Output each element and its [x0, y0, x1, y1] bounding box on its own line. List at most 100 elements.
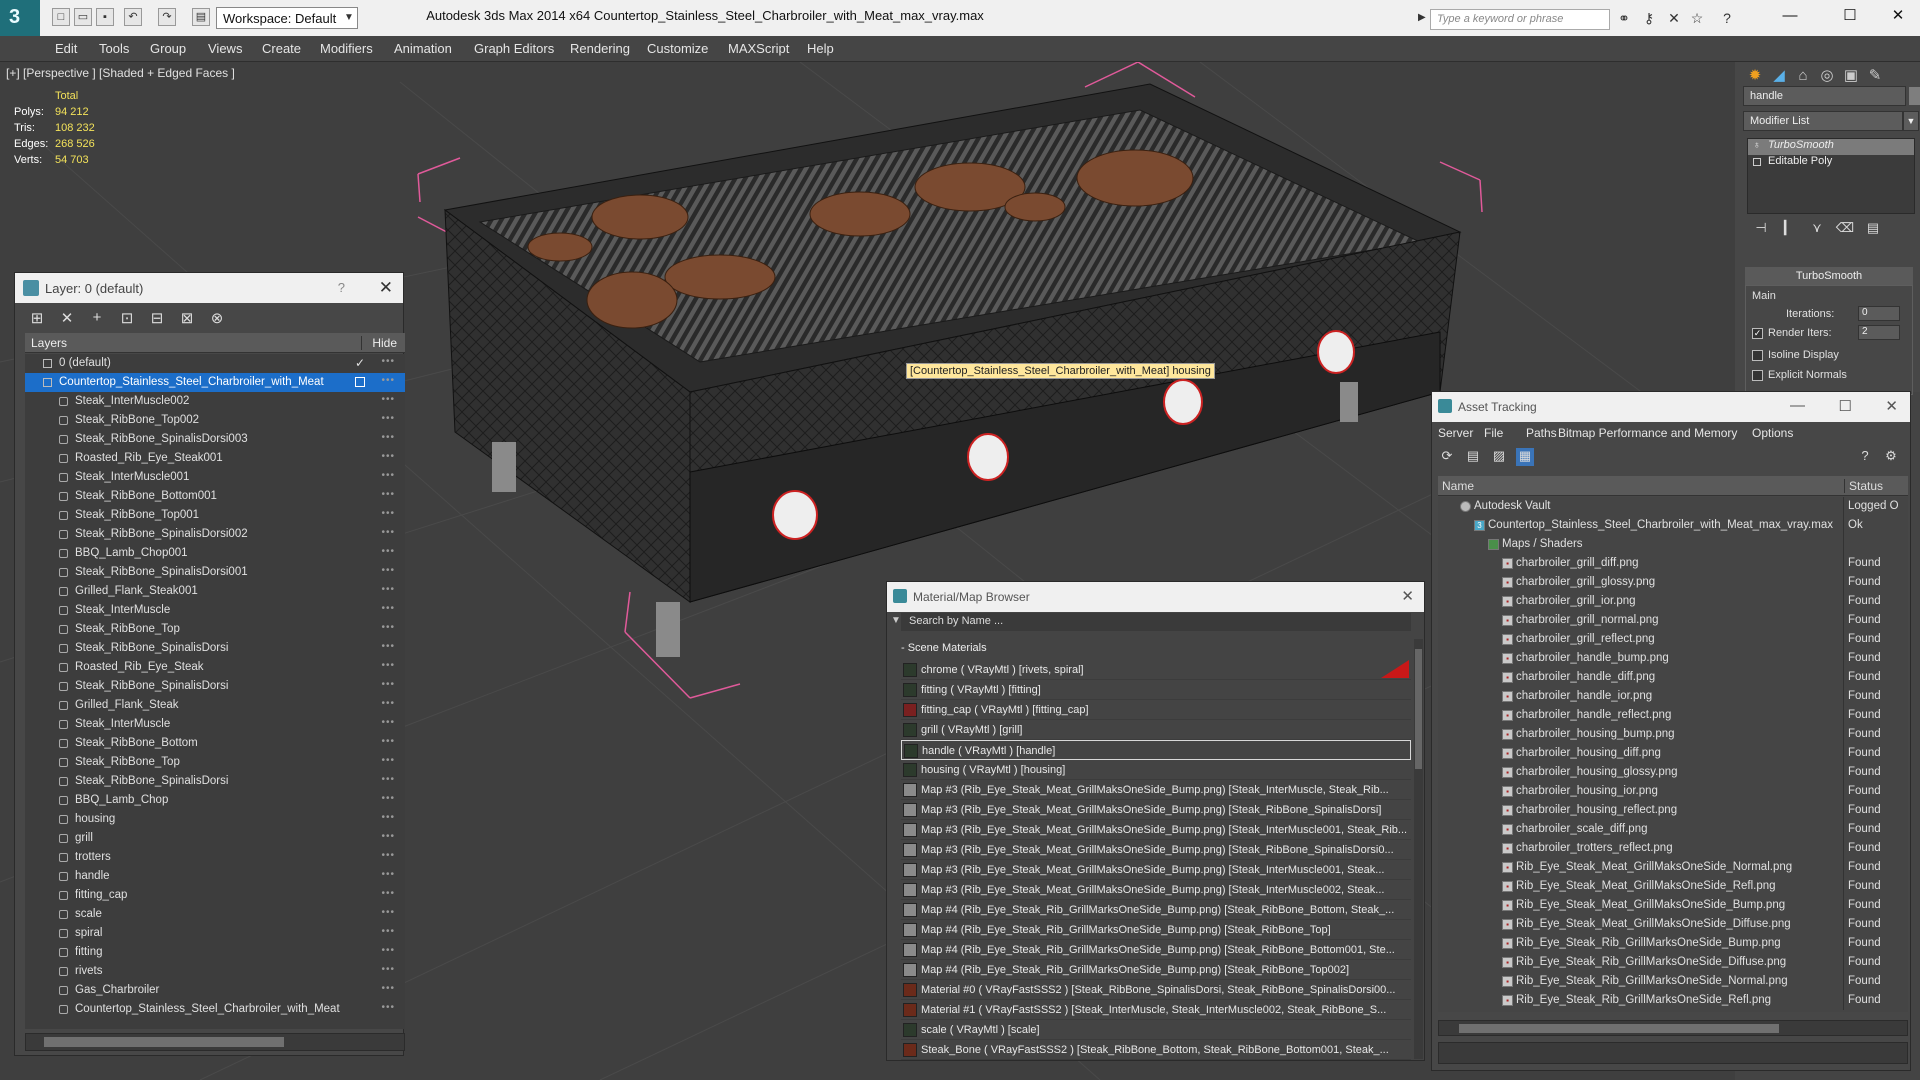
- material-browser-titlebar[interactable]: Material/Map Browser ✕: [887, 582, 1424, 612]
- menu-help[interactable]: Help: [807, 41, 834, 56]
- material-row[interactable]: chrome ( VRayMtl ) [rivets, spiral]: [901, 660, 1411, 680]
- hide-toggle[interactable]: •••: [381, 869, 395, 880]
- bulb-icon[interactable]: ♁: [1753, 140, 1761, 151]
- material-row[interactable]: grill ( VRayMtl ) [grill]: [901, 720, 1411, 740]
- layer-object-row[interactable]: Grilled_Flank_Steak •••: [25, 696, 405, 715]
- menu-rendering[interactable]: Rendering: [570, 41, 630, 56]
- asset-map-row[interactable]: ▪ charbroiler_scale_diff.png Found: [1438, 820, 1908, 839]
- hide-toggle[interactable]: •••: [381, 945, 395, 956]
- hide-toggle[interactable]: •••: [381, 432, 395, 443]
- hide-toggle[interactable]: •••: [381, 375, 395, 386]
- layer-object-row[interactable]: fitting_cap •••: [25, 886, 405, 905]
- material-row[interactable]: Material #0 ( VRayFastSSS2 ) [Steak_RibB…: [901, 980, 1411, 1000]
- isoline-checkbox[interactable]: [1752, 350, 1763, 361]
- layer-row-selected[interactable]: Countertop_Stainless_Steel_Charbroiler_w…: [25, 373, 405, 392]
- table-view-icon[interactable]: ▦: [1516, 448, 1534, 466]
- asset-map-row[interactable]: ▪ Rib_Eye_Steak_Rib_GrillMarksOneSide_Ref…: [1438, 991, 1908, 1010]
- modify-tab-icon[interactable]: ◢: [1767, 66, 1791, 88]
- hide-toggle[interactable]: •••: [381, 527, 395, 538]
- layer-object-row[interactable]: Steak_RibBone_Top •••: [25, 620, 405, 639]
- menu-views[interactable]: Views: [208, 41, 242, 56]
- layer-window-titlebar[interactable]: Layer: 0 (default) ? ✕: [15, 273, 403, 303]
- stack-item-turbosmooth[interactable]: ♁ TurboSmooth: [1748, 139, 1914, 155]
- layer-object-row[interactable]: Roasted_Rib_Eye_Steak001 •••: [25, 449, 405, 468]
- minimize-icon[interactable]: —: [1790, 397, 1805, 414]
- checkmark-icon[interactable]: ✓: [355, 356, 365, 370]
- asset-map-row[interactable]: ▪ charbroiler_grill_reflect.png Found: [1438, 630, 1908, 649]
- create-layer-icon[interactable]: ⊞: [27, 309, 47, 327]
- minimize-button[interactable]: —: [1770, 3, 1810, 29]
- hide-toggle[interactable]: •••: [381, 451, 395, 462]
- menu-maxscript[interactable]: MAXScript: [728, 41, 789, 56]
- col-hide[interactable]: Hide: [361, 336, 397, 350]
- utilities-tab-icon[interactable]: ✎: [1863, 66, 1887, 88]
- select-objects-icon[interactable]: ⊡: [117, 309, 137, 327]
- layer-object-row[interactable]: Steak_RibBone_Top •••: [25, 753, 405, 772]
- search-input[interactable]: Type a keyword or phrase: [1430, 9, 1610, 30]
- asset-map-row[interactable]: ▪ Rib_Eye_Steak_Meat_GrillMaksOneSide_Dif…: [1438, 915, 1908, 934]
- material-search-input[interactable]: Search by Name ...: [901, 613, 1411, 631]
- hide-toggle[interactable]: •••: [381, 698, 395, 709]
- layer-object-row[interactable]: fitting •••: [25, 943, 405, 962]
- material-row[interactable]: Map #4 (Rib_Eye_Steak_Rib_GrillMarksOneS…: [901, 920, 1411, 940]
- menu-options[interactable]: Options: [1752, 426, 1793, 440]
- layer-object-row[interactable]: Steak_RibBone_SpinalisDorsi •••: [25, 677, 405, 696]
- hide-toggle[interactable]: •••: [381, 964, 395, 975]
- freeze-all-icon[interactable]: ⊗: [207, 309, 227, 327]
- hide-toggle[interactable]: •••: [381, 812, 395, 823]
- hide-toggle[interactable]: •••: [381, 660, 395, 671]
- help-icon[interactable]: ?: [1856, 448, 1874, 466]
- vertical-scrollbar[interactable]: [1414, 639, 1423, 1059]
- hide-toggle[interactable]: •••: [381, 622, 395, 633]
- scene-materials-category[interactable]: - Scene Materials: [887, 639, 1407, 657]
- configure-sets-icon[interactable]: ▤: [1859, 220, 1887, 236]
- material-row[interactable]: Map #3 (Rib_Eye_Steak_Meat_GrillMaksOneS…: [901, 860, 1411, 880]
- hide-toggle[interactable]: •••: [381, 907, 395, 918]
- explicit-normals-checkbox[interactable]: [1752, 370, 1763, 381]
- delete-layer-icon[interactable]: ✕: [57, 309, 77, 327]
- close-icon[interactable]: ✕: [379, 278, 393, 298]
- pin-stack-icon[interactable]: ⊣: [1747, 220, 1775, 236]
- material-row[interactable]: fitting_cap ( VRayMtl ) [fitting_cap]: [901, 700, 1411, 720]
- remove-modifier-icon[interactable]: ⌫: [1831, 220, 1859, 236]
- layer-object-row[interactable]: Steak_RibBone_SpinalisDorsi •••: [25, 639, 405, 658]
- layer-object-row[interactable]: Gas_Charbroiler •••: [25, 981, 405, 1000]
- asset-row-vault[interactable]: Autodesk Vault Logged O: [1438, 497, 1908, 516]
- asset-map-row[interactable]: ▪ charbroiler_handle_ior.png Found: [1438, 687, 1908, 706]
- asset-map-row[interactable]: ▪ charbroiler_grill_diff.png Found: [1438, 554, 1908, 573]
- layer-object-row[interactable]: spiral •••: [25, 924, 405, 943]
- material-row[interactable]: Map #3 (Rib_Eye_Steak_Meat_GrillMaksOneS…: [901, 880, 1411, 900]
- asset-map-row[interactable]: ▪ Rib_Eye_Steak_Rib_GrillMarksOneSide_Bum…: [1438, 934, 1908, 953]
- layer-object-row[interactable]: scale •••: [25, 905, 405, 924]
- hide-toggle[interactable]: •••: [381, 831, 395, 842]
- viewport-label[interactable]: [+] [Perspective ] [Shaded + Edged Faces…: [6, 66, 235, 80]
- material-row[interactable]: Map #3 (Rib_Eye_Steak_Meat_GrillMaksOneS…: [901, 840, 1411, 860]
- layer-object-row[interactable]: Steak_RibBone_SpinalisDorsi001 •••: [25, 563, 405, 582]
- asset-row-group[interactable]: Maps / Shaders: [1438, 535, 1908, 554]
- material-row[interactable]: Map #4 (Rib_Eye_Steak_Rib_GrillMarksOneS…: [901, 900, 1411, 920]
- asset-map-row[interactable]: ▪ charbroiler_housing_glossy.png Found: [1438, 763, 1908, 782]
- hide-toggle[interactable]: •••: [381, 584, 395, 595]
- asset-map-row[interactable]: ▪ charbroiler_handle_bump.png Found: [1438, 649, 1908, 668]
- layer-object-row[interactable]: Steak_InterMuscle •••: [25, 715, 405, 734]
- asset-map-row[interactable]: ▪ charbroiler_trotters_reflect.png Found: [1438, 839, 1908, 858]
- hide-toggle[interactable]: •••: [381, 413, 395, 424]
- hide-toggle[interactable]: •••: [381, 736, 395, 747]
- layer-object-row[interactable]: grill •••: [25, 829, 405, 848]
- settings-icon[interactable]: ⚙: [1882, 448, 1900, 466]
- menu-create[interactable]: Create: [262, 41, 301, 56]
- layer-object-row[interactable]: BBQ_Lamb_Chop001 •••: [25, 544, 405, 563]
- layer-object-row[interactable]: Steak_RibBone_Bottom •••: [25, 734, 405, 753]
- menu-tools[interactable]: Tools: [99, 41, 129, 56]
- layer-active-icon[interactable]: [355, 377, 365, 387]
- help-icon[interactable]: ?: [1718, 9, 1736, 27]
- material-row[interactable]: handle ( VRayMtl ) [handle]: [901, 740, 1411, 760]
- hide-toggle[interactable]: •••: [381, 774, 395, 785]
- object-name-field[interactable]: handle: [1743, 86, 1906, 106]
- close-icon[interactable]: ✕: [1401, 587, 1414, 605]
- hide-all-icon[interactable]: ⊠: [177, 309, 197, 327]
- asset-map-row[interactable]: ▪ charbroiler_handle_reflect.png Found: [1438, 706, 1908, 725]
- menu-bitmap-performance[interactable]: Bitmap Performance and Memory: [1558, 426, 1737, 440]
- layer-object-row[interactable]: BBQ_Lamb_Chop •••: [25, 791, 405, 810]
- material-row[interactable]: Map #4 (Rib_Eye_Steak_Rib_GrillMarksOneS…: [901, 940, 1411, 960]
